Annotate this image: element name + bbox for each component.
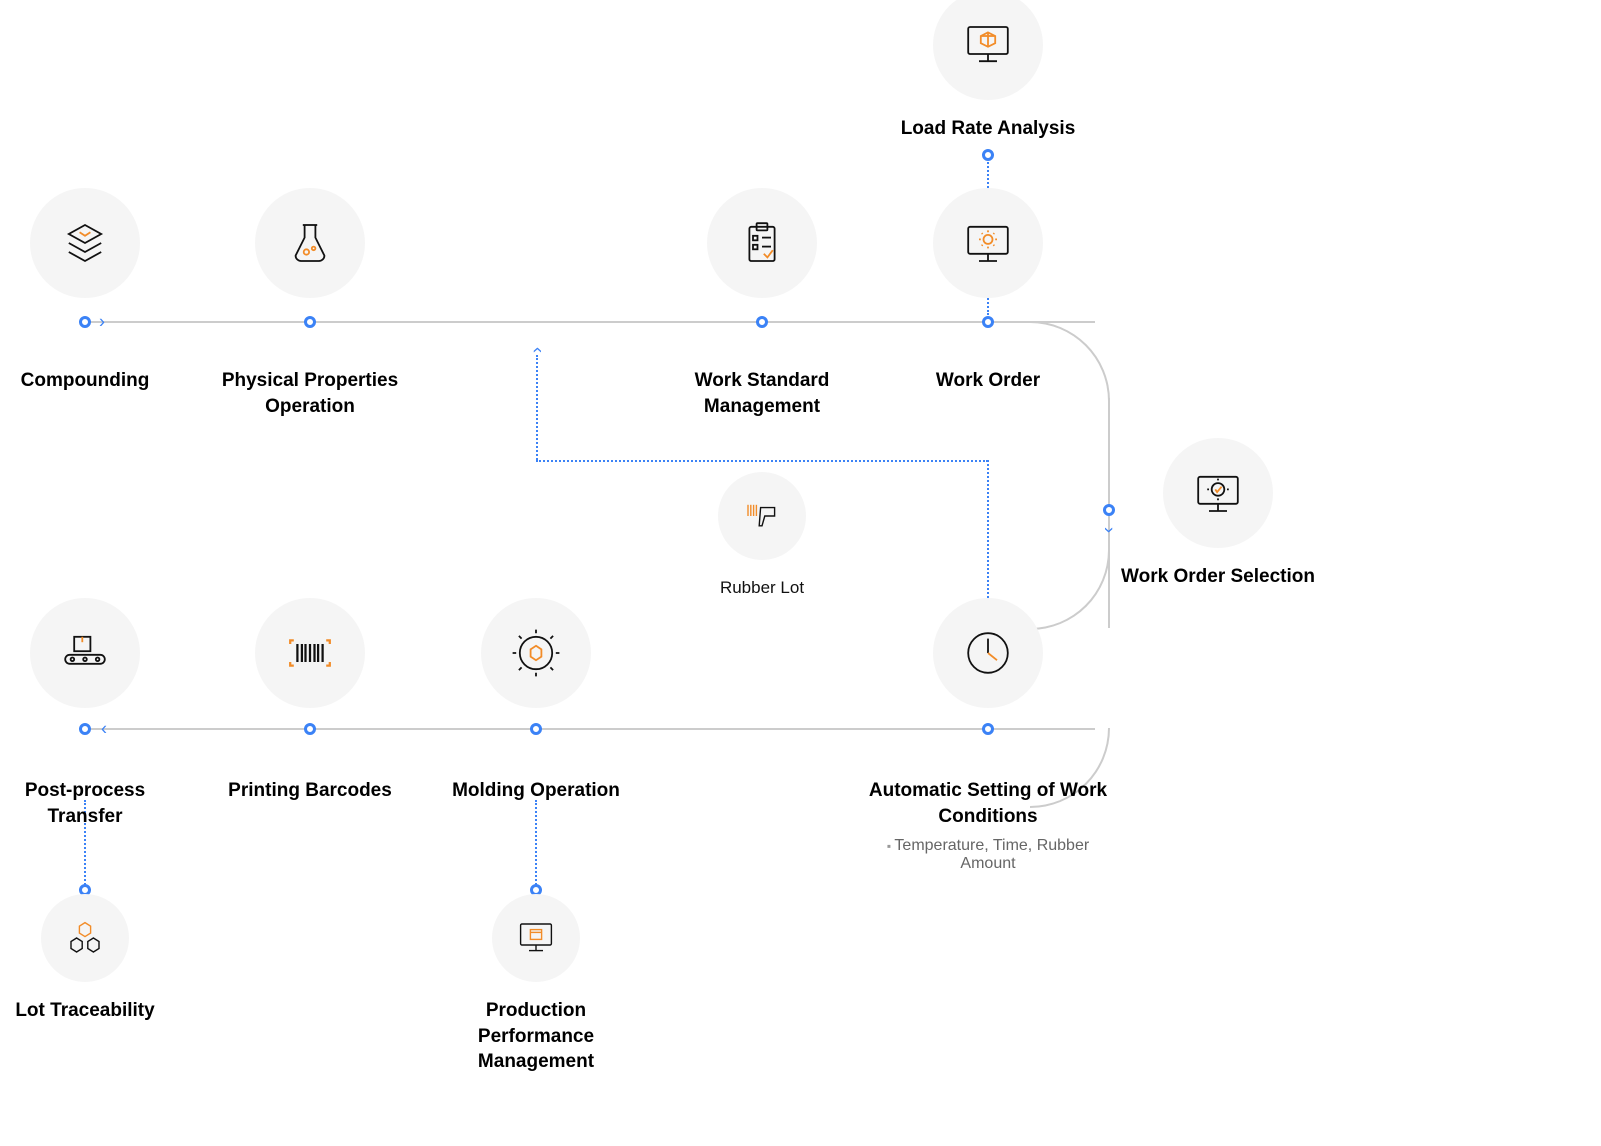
clipboard-check-icon	[707, 188, 817, 298]
monitor-cube-icon	[933, 0, 1043, 100]
arrow-down-icon: ›	[1099, 527, 1120, 533]
node-sublabel: Temperature, Time, Rubber Amount	[858, 837, 1118, 873]
node-label: Molding Operation	[452, 778, 620, 804]
cubes-icon	[41, 894, 129, 982]
barcode-scanner-icon	[718, 472, 806, 560]
node-label: Work Order Selection	[1121, 564, 1315, 590]
layers-icon	[30, 188, 140, 298]
node-label: Production Performance Management	[436, 998, 636, 1075]
node-label: Work Order	[936, 368, 1040, 394]
node-label: Rubber Lot	[720, 578, 804, 598]
node-label: Physical Properties Operation	[210, 368, 410, 419]
dotted-connector	[535, 800, 537, 885]
node-label: Compounding	[21, 368, 150, 394]
node-label: Post-process Transfer	[0, 778, 185, 829]
flask-icon	[255, 188, 365, 298]
node-label: Printing Barcodes	[228, 778, 392, 804]
arrow-up-icon: ›	[527, 347, 548, 353]
conveyor-icon	[30, 598, 140, 708]
connector-dot	[1103, 504, 1115, 516]
barcode-icon	[255, 598, 365, 708]
gear-cube-icon	[481, 598, 591, 708]
node-production-performance: Production Performance Management	[436, 894, 636, 1075]
node-printing-barcodes: Printing Barcodes	[210, 598, 410, 804]
node-label: Load Rate Analysis	[901, 116, 1076, 142]
monitor-box-icon	[492, 894, 580, 982]
node-label: Automatic Setting of Work Conditions	[858, 778, 1118, 829]
node-compounding: Compounding	[0, 188, 185, 394]
monitor-gear-icon	[933, 188, 1043, 298]
dotted-connector	[987, 460, 989, 610]
node-label: Work Standard Management	[662, 368, 862, 419]
node-physical-properties: Physical Properties Operation	[210, 188, 410, 419]
dotted-connector	[536, 460, 988, 462]
node-load-rate-analysis: Load Rate Analysis	[888, 0, 1088, 142]
node-work-standard: Work Standard Management	[662, 188, 862, 419]
node-label: Lot Traceability	[15, 998, 154, 1024]
node-post-process-transfer: Post-process Transfer	[0, 598, 185, 829]
node-work-order-selection: Work Order Selection	[1118, 438, 1318, 590]
node-molding-operation: Molding Operation	[436, 598, 636, 804]
dotted-connector	[536, 355, 538, 460]
process-flow-diagram: › › ‹ › Load Rate Analysis	[0, 0, 1601, 1146]
node-auto-setting: Automatic Setting of Work Conditions Tem…	[858, 598, 1118, 873]
node-work-order: Work Order	[888, 188, 1088, 394]
node-rubber-lot: Rubber Lot	[662, 472, 862, 598]
node-lot-traceability: Lot Traceability	[0, 894, 185, 1024]
monitor-gear-check-icon	[1163, 438, 1273, 548]
clock-icon	[933, 598, 1043, 708]
connector-dot	[982, 149, 994, 161]
